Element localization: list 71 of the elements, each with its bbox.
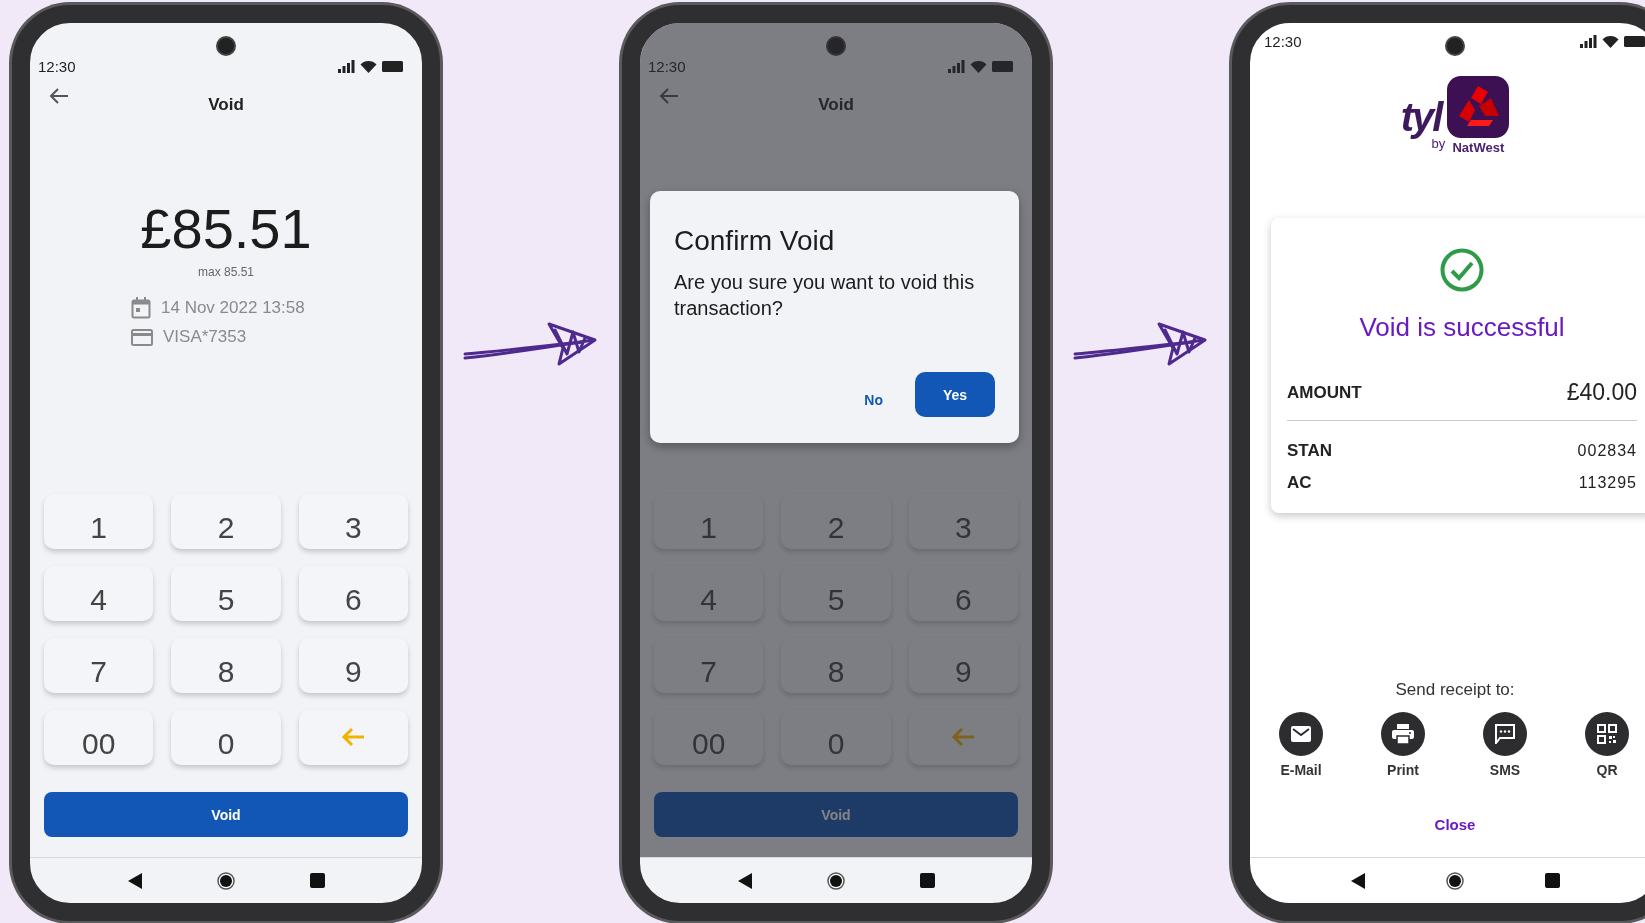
camera-hole — [826, 36, 846, 56]
keypad-key[interactable]: 4 — [44, 566, 154, 621]
camera-hole — [1445, 36, 1465, 56]
receipt-option-button[interactable]: Print — [1352, 712, 1454, 778]
void-button[interactable]: Void — [44, 792, 408, 837]
dialog-title: Confirm Void — [674, 225, 836, 257]
status-time: 12:30 — [648, 57, 686, 75]
nav-home-icon[interactable] — [1445, 871, 1464, 890]
screen-title: Void — [818, 95, 854, 115]
camera-hole — [216, 36, 236, 56]
check-circle-icon — [1440, 248, 1484, 292]
max-amount-label: max 85.51 — [196, 265, 255, 279]
screen-title: Void — [208, 95, 244, 115]
signal-icon — [338, 59, 355, 73]
logo-byline: by — [1431, 136, 1446, 151]
status-time: 12:30 — [38, 57, 76, 75]
wifi-icon — [360, 59, 377, 73]
receipt-option-button[interactable]: QR — [1556, 712, 1645, 778]
envelope-icon — [1291, 726, 1311, 742]
dialog-message: Are you sure you want to void this transaction? — [674, 270, 976, 321]
nav-recents-icon[interactable] — [309, 873, 325, 888]
field-value: 002834 — [1577, 442, 1637, 460]
send-receipt-label: Send receipt to: — [1394, 680, 1516, 700]
card-number: VISA*7353 — [163, 327, 247, 347]
message-icon — [1495, 724, 1515, 744]
nav-recents-icon[interactable] — [919, 873, 935, 888]
battery-icon — [992, 60, 1014, 72]
confirm-button[interactable]: Yes — [915, 372, 995, 417]
calendar-icon — [131, 297, 151, 319]
keypad-key[interactable]: 8 — [171, 638, 281, 693]
close-link[interactable]: Close — [1430, 814, 1480, 835]
bank-name: NatWest — [1452, 140, 1505, 155]
battery-icon — [382, 60, 404, 72]
card-icon — [131, 328, 153, 346]
amount-value: £85.51 — [139, 201, 313, 257]
qr-code-icon — [1597, 724, 1617, 744]
status-time: 12:30 — [1264, 32, 1302, 50]
keypad-key[interactable]: 1 — [44, 494, 154, 549]
nav-home-icon[interactable] — [216, 871, 235, 890]
bank-logo-icon — [1447, 76, 1510, 138]
nav-back-icon[interactable] — [1350, 872, 1365, 889]
backspace-arrow-icon — [950, 726, 977, 748]
result-title: Void is successful — [1358, 312, 1566, 343]
signal-icon — [1580, 34, 1597, 48]
battery-icon — [1624, 35, 1645, 47]
field-label: STAN — [1287, 441, 1332, 461]
nav-back-icon[interactable] — [737, 872, 752, 889]
wifi-icon — [1602, 34, 1619, 48]
keypad-key[interactable]: 2 — [171, 494, 281, 549]
nav-back-icon[interactable] — [127, 872, 142, 889]
field-label: AC — [1287, 473, 1312, 493]
printer-icon — [1392, 724, 1414, 744]
backspace-arrow-icon — [340, 726, 367, 748]
cancel-button[interactable]: No — [862, 387, 885, 412]
nav-recents-icon[interactable] — [1544, 873, 1560, 888]
receipt-option-button[interactable]: SMS — [1454, 712, 1556, 778]
wifi-icon — [970, 59, 987, 73]
keypad-key[interactable]: 0 — [171, 710, 281, 765]
keypad-key[interactable]: 6 — [298, 566, 408, 621]
field-value: £40.00 — [1566, 379, 1637, 406]
keypad-key[interactable]: 00 — [44, 710, 154, 765]
keypad-key[interactable]: 5 — [171, 566, 281, 621]
nav-home-icon[interactable] — [826, 871, 845, 890]
receipt-option-button[interactable]: E-Mail — [1250, 712, 1352, 778]
signal-icon — [948, 59, 965, 73]
transaction-date: 14 Nov 2022 13:58 — [161, 298, 305, 318]
keypad-key[interactable]: 7 — [44, 638, 154, 693]
keypad-key[interactable]: 3 — [298, 494, 408, 549]
keypad-key[interactable]: 9 — [298, 638, 408, 693]
field-label: AMOUNT — [1287, 382, 1362, 403]
field-value: 113295 — [1578, 474, 1637, 492]
